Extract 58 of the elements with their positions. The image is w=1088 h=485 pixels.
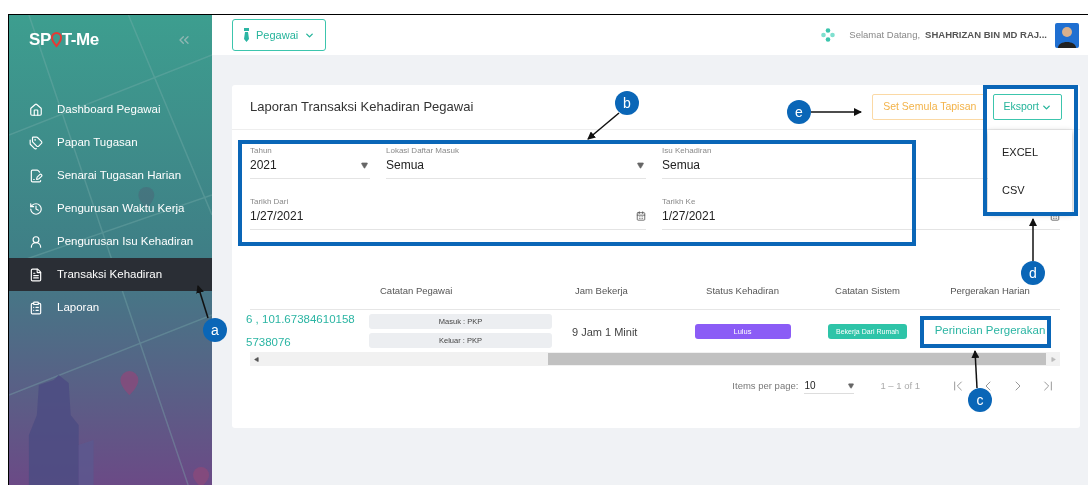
horizontal-scrollbar[interactable] — [250, 352, 1060, 366]
export-menu-item[interactable]: CSV — [1002, 182, 1072, 199]
page-size-select[interactable]: 10 — [804, 378, 855, 394]
page-range: 1 – 1 of 1 — [880, 378, 920, 393]
greeting-text: Selamat Datang, — [849, 27, 921, 42]
user-name: SHAHRIZAN BIN MD RAJ... — [925, 27, 1047, 42]
dropdown-arrow-icon — [637, 161, 644, 169]
sidebar-item[interactable]: Papan Tugasan — [9, 126, 212, 159]
export-menu-item[interactable]: EXCEL — [1002, 143, 1072, 160]
coordinate-text: 6 , 101.67384610158 — [246, 311, 356, 327]
select-field[interactable]: Semua — [386, 156, 646, 174]
tie-icon — [243, 28, 250, 42]
sidebar-item[interactable]: Transaksi Kehadiran — [9, 258, 212, 291]
items-per-page-label: Items per page: — [732, 378, 799, 393]
user-icon — [29, 234, 43, 249]
select-field[interactable]: 2021 — [250, 156, 370, 174]
field-label: Isu Kehadiran — [662, 146, 712, 156]
document-icon — [29, 267, 43, 282]
export-button[interactable]: Eksport — [993, 94, 1062, 120]
callout-arrow — [971, 350, 980, 389]
dropdown-arrow-icon — [848, 382, 855, 389]
sidebar-item[interactable]: Pengurusan Isu Kehadiran — [9, 225, 212, 258]
report-title: Laporan Transaksi Kehadiran Pegawai — [250, 98, 474, 117]
column-header: Jam Bekerja — [575, 284, 628, 299]
sidebar-item[interactable]: Dashboard Pegawai — [9, 93, 212, 126]
column-header: Status Kehadiran — [706, 284, 779, 299]
callout-arrow — [810, 108, 862, 116]
edit-document-icon — [29, 168, 43, 183]
callout-arrow — [587, 112, 620, 140]
scroll-left-icon[interactable] — [254, 356, 259, 362]
column-header: Catatan Pegawai — [380, 284, 453, 299]
coordinate-text: 5738076 — [246, 335, 292, 350]
sidebar-item[interactable]: Senarai Tugasan Harian — [9, 159, 212, 192]
role-button[interactable]: Pegawai — [232, 19, 327, 51]
field-label: Tahun — [250, 146, 272, 156]
avatar[interactable] — [1055, 22, 1079, 48]
house-icon — [29, 102, 43, 117]
sidebar-item[interactable]: Pengurusan Waktu Kerja — [9, 192, 212, 225]
scroll-right-icon[interactable] — [1051, 356, 1056, 362]
callout-arrow — [1029, 218, 1037, 262]
calendar-icon — [636, 211, 646, 221]
location-pin-icon — [50, 32, 62, 48]
clipboard-icon — [29, 300, 43, 315]
history-icon — [29, 201, 43, 216]
date-field[interactable]: 1/27/2021 — [250, 207, 646, 225]
working-hours: 9 Jam 1 Minit — [572, 326, 638, 338]
tag-icon — [29, 135, 43, 150]
column-header: Pergerakan Harian — [950, 284, 1030, 299]
scrollbar-thumb[interactable] — [548, 353, 1046, 365]
field-label: Tarikh Dari — [250, 197, 289, 207]
column-header: Catatan Sistem — [835, 284, 900, 299]
logo: SP T-Me — [29, 29, 99, 52]
dots-icon[interactable] — [821, 28, 836, 42]
callout-arrow — [196, 285, 209, 319]
dropdown-arrow-icon — [361, 161, 368, 169]
field-label: Tarikh Ke — [662, 197, 696, 207]
field-label: Lokasi Daftar Masuk — [386, 146, 459, 156]
movement-detail-link[interactable]: Perincian Pergerakan — [934, 322, 1046, 340]
